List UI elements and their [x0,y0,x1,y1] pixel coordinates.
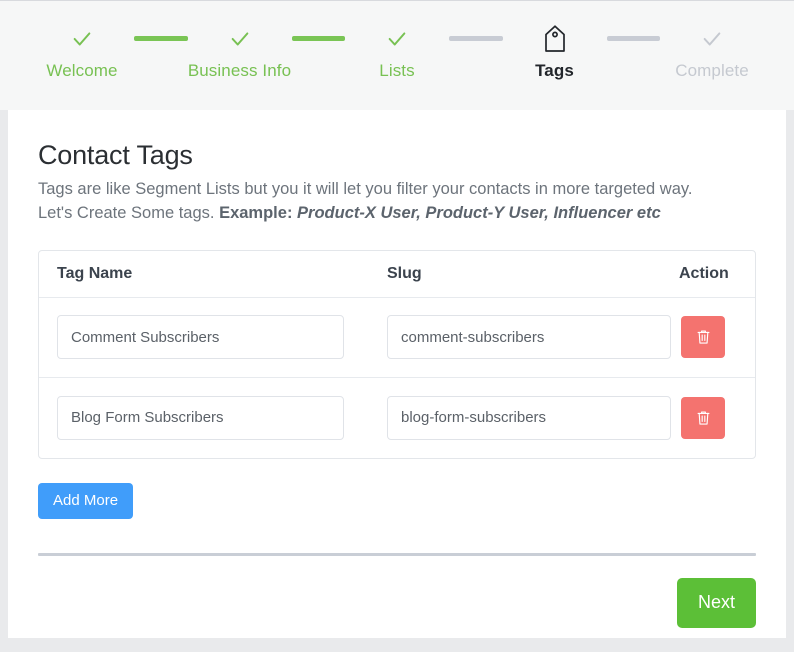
contact-tags-card: Contact Tags Tags are like Segment Lists… [8,110,786,638]
wizard-step-tags[interactable]: Tags [503,23,607,81]
delete-tag-button[interactable] [681,316,725,358]
tag-name-input[interactable] [57,315,344,359]
description-example-label: Example: [219,204,297,222]
wizard-connector-2 [292,36,346,41]
next-button[interactable]: Next [677,578,756,628]
wizard-stepper: Welcome Business Info Lists Tag [0,1,794,81]
table-header-label: Action [679,265,729,283]
tag-action-cell [679,397,737,439]
tag-action-cell [679,316,737,358]
check-icon [386,23,408,55]
table-header-label: Tag Name [57,265,132,282]
wizard-step-label: Business Info [188,61,291,81]
add-more-button[interactable]: Add More [38,483,133,519]
tag-icon [543,23,567,55]
check-icon [701,23,723,55]
wizard-step-label: Lists [379,61,414,81]
page-description: Tags are like Segment Lists but you it w… [38,177,756,226]
trash-icon [696,410,711,426]
column-header-action: Action [679,265,741,283]
section-divider [38,553,756,556]
wizard-connector-4 [607,36,661,41]
wizard-step-label: Complete [675,61,749,81]
column-header-slug: Slug [387,265,679,283]
tag-name-cell [57,396,387,440]
tag-name-cell [57,315,387,359]
page-title: Contact Tags [38,140,756,171]
table-header-label: Slug [387,265,422,282]
wizard-connector-3 [449,36,503,41]
wizard-footer-actions: Next [38,578,756,628]
wizard-header: Welcome Business Info Lists Tag [0,0,794,110]
check-icon [229,23,251,55]
column-header-tag-name: Tag Name [57,265,387,283]
table-header-row: Tag Name Slug Action [39,251,755,298]
tag-slug-cell [387,315,679,359]
delete-tag-button[interactable] [681,397,725,439]
tag-slug-input[interactable] [387,396,671,440]
description-line-1: Tags are like Segment Lists but you it w… [38,180,693,198]
check-icon [71,23,93,55]
table-row [39,378,755,458]
wizard-step-lists[interactable]: Lists [345,23,449,81]
tag-slug-cell [387,396,679,440]
wizard-step-label: Welcome [46,61,117,81]
tag-name-input[interactable] [57,396,344,440]
wizard-step-complete[interactable]: Complete [660,23,764,81]
table-row [39,298,755,378]
tags-table: Tag Name Slug Action [38,250,756,459]
trash-icon [696,329,711,345]
description-example-value: Product-X User, Product-Y User, Influenc… [297,204,661,222]
wizard-step-welcome[interactable]: Welcome [30,23,134,81]
wizard-step-business-info[interactable]: Business Info [188,23,292,81]
tag-slug-input[interactable] [387,315,671,359]
wizard-step-label: Tags [535,61,574,81]
description-line-2-plain: Let's Create Some tags. [38,204,219,222]
wizard-connector-1 [134,36,188,41]
